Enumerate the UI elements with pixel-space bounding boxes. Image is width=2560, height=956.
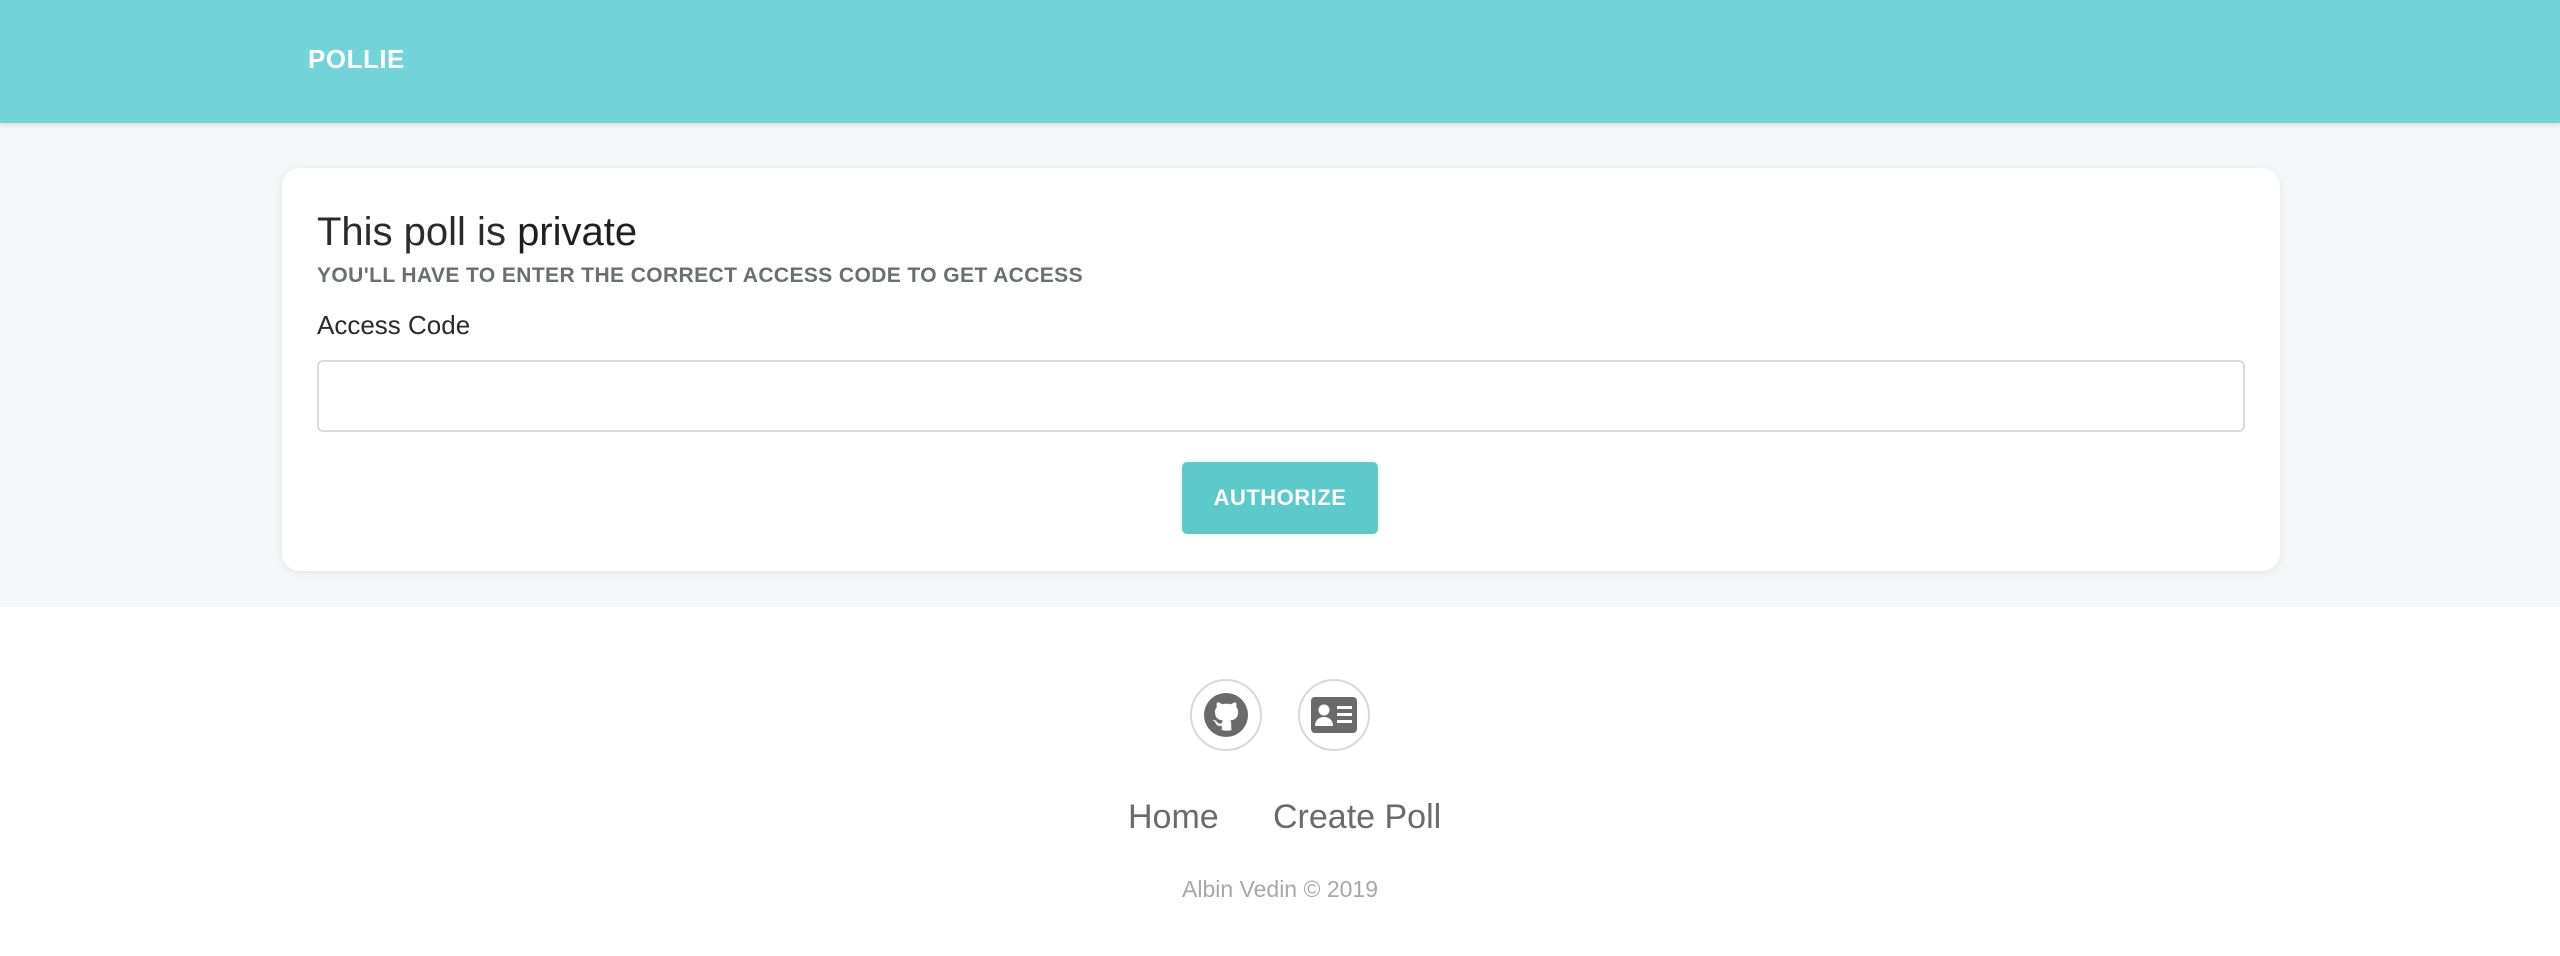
copyright-text: Albin Vedin © 2019	[1182, 876, 1378, 902]
footer-link-create-poll[interactable]: Create Poll	[1273, 798, 1441, 837]
github-link[interactable]	[1190, 679, 1262, 751]
access-instructions: YOU'LL HAVE TO ENTER THE CORRECT ACCESS …	[317, 264, 1083, 287]
authorize-button[interactable]: AUTHORIZE	[1182, 462, 1378, 534]
id-card-icon	[1311, 697, 1357, 733]
access-card: This poll is private YOU'LL HAVE TO ENTE…	[282, 168, 2280, 571]
contact-card-link[interactable]	[1298, 679, 1370, 751]
title-emphasis: private	[517, 210, 638, 254]
title-prefix: This poll is	[317, 210, 518, 254]
access-code-label: Access Code	[317, 310, 471, 340]
footer-link-home[interactable]: Home	[1128, 798, 1219, 837]
access-code-input[interactable]	[317, 360, 2245, 432]
github-icon	[1204, 693, 1248, 737]
page-title: This poll is private	[317, 210, 637, 255]
brand-logo-link[interactable]: POLLIE	[308, 44, 405, 75]
top-navbar: POLLIE	[0, 0, 2560, 123]
